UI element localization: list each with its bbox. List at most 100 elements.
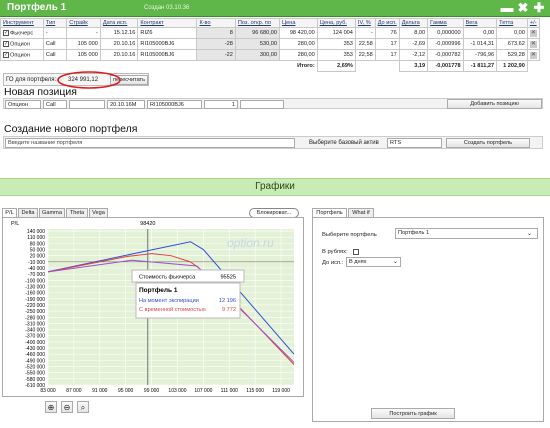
cell-text: - [370, 30, 373, 36]
delete-row-icon[interactable]: ✕ [529, 40, 537, 48]
qty-input[interactable]: 1 [204, 100, 238, 109]
portfolio-select[interactable]: Портфель 1 [395, 228, 538, 239]
table-cell[interactable]: ✓ Опцион [0, 38, 44, 50]
y-tick-label: 110 000 [27, 235, 45, 241]
total-pct: 2,69% [316, 60, 356, 72]
y-tick-label: -10 000 [28, 260, 45, 266]
cell-text: 300,00 [259, 52, 278, 58]
table-cell[interactable]: ✓ Фьючерс [0, 27, 44, 39]
cell-text: -2,69 [412, 41, 426, 47]
column-header[interactable]: IV, % [354, 18, 376, 28]
column-header[interactable]: Цена [279, 18, 318, 28]
tab-vega[interactable]: Vega [89, 208, 108, 217]
table-cell: -2,12 [398, 49, 429, 61]
strike-select[interactable] [69, 100, 105, 109]
portfolio-name-input[interactable]: Введите название портфеля [5, 138, 295, 148]
y-tick-label: 140 000 [27, 229, 45, 235]
create-portfolio-button[interactable]: Создать портфель [446, 138, 530, 148]
cell-text: 105 000 [77, 52, 98, 58]
y-tick-label: -220 000 [25, 303, 45, 309]
cell-text: 15.12.16 [113, 30, 136, 36]
column-header[interactable]: К-во [196, 18, 236, 28]
cell-text: 280,00 [297, 41, 315, 47]
delete-row-icon[interactable]: ✕ [529, 29, 537, 37]
x-tick-label: 103 000 [168, 388, 186, 394]
table-cell: -0,000782 [427, 49, 464, 61]
table-cell: 105 000 [66, 38, 101, 50]
tab-delta[interactable]: Delta [18, 208, 38, 217]
add-button[interactable]: ✚ [532, 1, 546, 15]
table-cell: 8,00 [398, 27, 429, 39]
rubles-checkbox[interactable] [353, 249, 359, 255]
table-row: ✓ Опцион Call 105 000 20.10.16 RI105000BJ6 -22… [0, 49, 541, 61]
watermark: option.ru [227, 236, 274, 250]
tab-portfolio[interactable]: Портфель [312, 208, 347, 217]
column-header[interactable]: Дельта [398, 18, 429, 28]
cell-text: 76 [390, 30, 397, 36]
minimize-button[interactable]: ▬ [500, 1, 514, 15]
table-row: ✓ Фьючерс - -15.12.16 RIZ6 8 96 680,00 98 420,0… [0, 27, 541, 39]
cell-text: 353 [343, 41, 353, 47]
until-label: До исп.: [322, 260, 344, 266]
total-gamma: -0,001778 [427, 60, 464, 72]
y-tick-label: -460 000 [25, 352, 45, 358]
row-checkbox[interactable]: ✓ [3, 29, 9, 36]
y-tick-label: -580 000 [25, 377, 45, 383]
y-tick-label: -130 000 [25, 284, 45, 290]
column-header[interactable]: Цена, руб. [316, 18, 356, 28]
column-header[interactable]: Гамма [427, 18, 464, 28]
tab-whatif[interactable]: What if [348, 208, 374, 217]
zoom-in-icon[interactable]: ⊕ [45, 401, 57, 413]
table-cell: 673,62 [496, 38, 528, 50]
contract-select[interactable]: RI105000BJ6 [147, 100, 202, 109]
table-cell: 22,58 [354, 38, 376, 50]
table-cell: -1 014,31 [462, 38, 498, 50]
cell-text: -28 [224, 41, 233, 47]
column-header[interactable]: Контракт [137, 18, 198, 28]
table-cell: 8 [196, 27, 236, 39]
column-header[interactable]: +/- [526, 18, 541, 28]
price-input[interactable] [240, 100, 284, 109]
tab-gamma[interactable]: Gamma [39, 208, 65, 217]
table-cell: 280,00 [279, 49, 318, 61]
column-header[interactable]: Тип [42, 18, 68, 28]
column-header[interactable]: Поз. откр. по [234, 18, 281, 28]
table-cell: 105 000 [66, 49, 101, 61]
delete-row-icon[interactable]: ✕ [529, 51, 537, 59]
zoom-out-icon[interactable]: ⊖ [61, 401, 73, 413]
asset-select[interactable]: RTS [387, 138, 442, 148]
table-cell: - [42, 27, 68, 39]
table-cell: RIZ6 [137, 27, 198, 39]
column-header[interactable]: Инструмент [0, 18, 44, 28]
table-cell: 15.12.16 [99, 27, 139, 39]
x-tick-label: 99 000 [144, 388, 160, 394]
zoom-reset-icon[interactable]: ⌕ [77, 401, 89, 413]
cell-text: -0,000782 [435, 52, 461, 58]
new-position-title: Новая позиция [4, 86, 77, 98]
positions-table: Инструмент Тип Страйк Дата исп. Контракт К-во… [0, 18, 541, 72]
table-cell[interactable]: ✓ Опцион [0, 49, 44, 61]
date-select[interactable]: 20.10.16M [107, 100, 145, 109]
close-button[interactable]: ✖ [516, 1, 530, 15]
cell-text: -22 [224, 52, 233, 58]
y-tick-label: -100 000 [25, 278, 45, 284]
y-tick-label: -430 000 [25, 346, 45, 352]
table-cell: 22,58 [354, 49, 376, 61]
column-header[interactable]: Тетта [496, 18, 528, 28]
chevron-down-icon: ⌄ [527, 231, 533, 237]
add-position-button[interactable]: Добавить позицию [447, 99, 542, 109]
cell-text: 124 004 [332, 30, 353, 36]
row-checkbox[interactable]: ✓ [3, 51, 9, 58]
column-header[interactable]: Дата исп. [99, 18, 139, 28]
cell-text: - [45, 30, 48, 36]
option-type-select[interactable]: Call [43, 100, 67, 109]
total-delta: 3,19 [398, 60, 429, 72]
type-select[interactable]: Опцион [5, 100, 41, 109]
column-header[interactable]: До исп. [374, 18, 400, 28]
build-chart-button[interactable]: Построить график [371, 408, 455, 419]
column-header[interactable]: Страйк [66, 18, 101, 28]
row-checkbox[interactable]: ✓ [3, 40, 9, 47]
column-header[interactable]: Вега [462, 18, 498, 28]
tab-pl[interactable]: P/L [2, 208, 17, 217]
tab-theta[interactable]: Theta [66, 208, 88, 217]
